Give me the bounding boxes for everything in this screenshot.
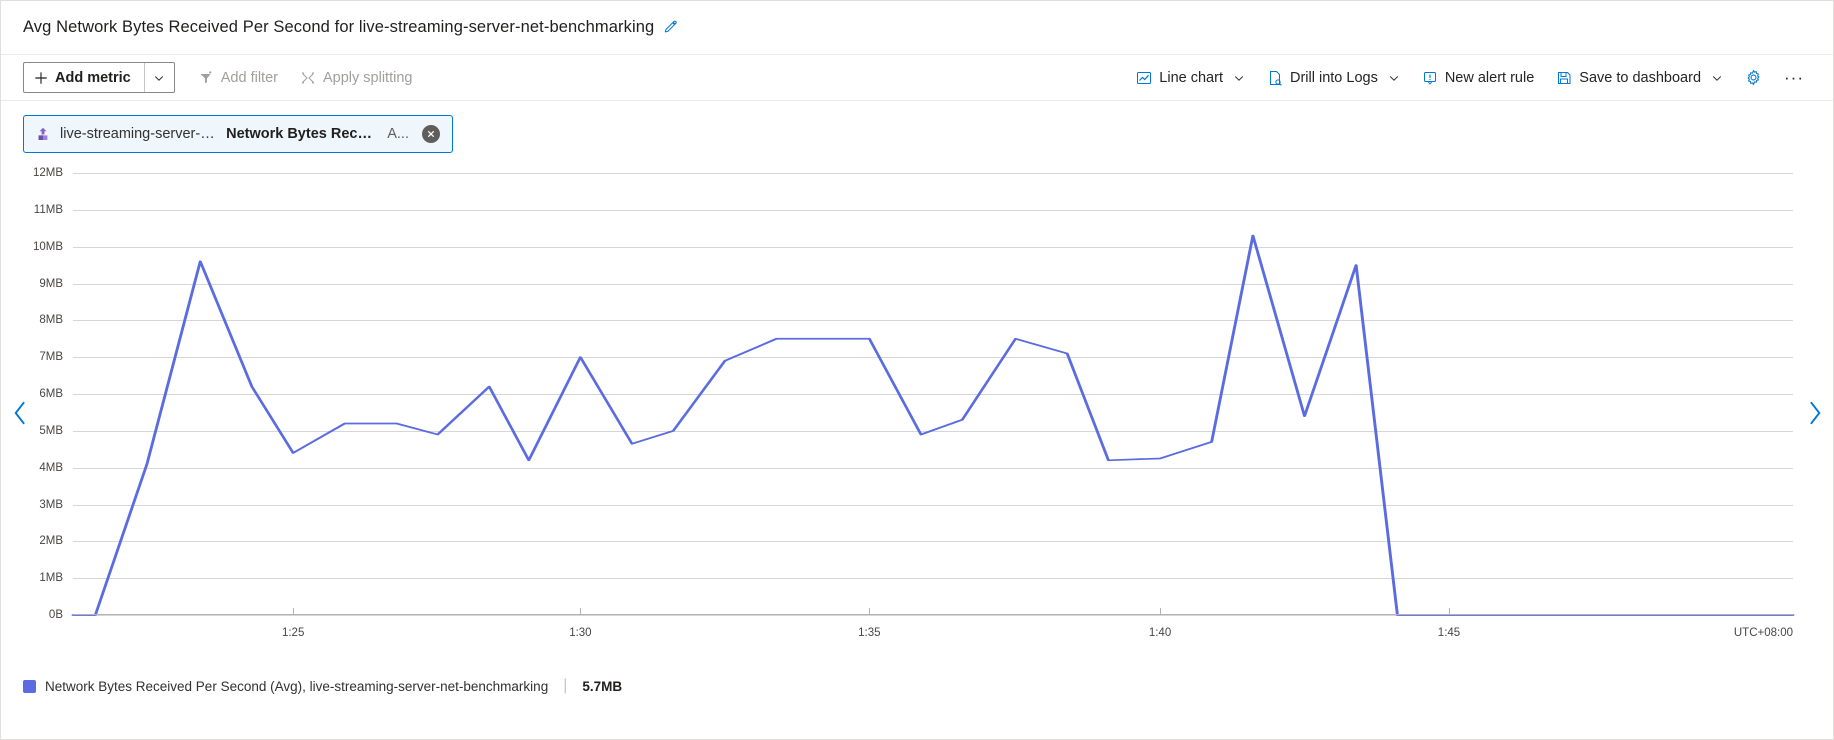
y-axis-tick-label: 9MB — [39, 277, 63, 290]
apply-splitting-label: Apply splitting — [322, 69, 413, 86]
y-axis-tick-label: 11MB — [33, 203, 63, 216]
y-axis-tick-label: 1MB — [39, 572, 63, 585]
x-axis-tick-label: 1:40 — [1148, 627, 1172, 639]
chart-type-button[interactable]: Line chart — [1125, 62, 1256, 94]
legend-color-swatch — [23, 679, 36, 693]
add-metric-split-button[interactable]: Add metric — [23, 62, 175, 93]
chart-type-label: Line chart — [1159, 69, 1223, 86]
y-axis-tick-label: 8MB — [39, 314, 63, 327]
toolbar-left-group: Add metric Add filter Apply splitting — [23, 62, 423, 94]
y-axis-tick-label: 0B — [48, 609, 63, 621]
x-axis-tick — [293, 608, 295, 615]
x-axis-tick — [580, 608, 582, 615]
filter-icon — [198, 70, 214, 86]
chevron-right-icon[interactable] — [1803, 396, 1825, 430]
metric-chip-metric: Network Bytes Receive... — [226, 126, 378, 142]
metric-chip[interactable]: live-streaming-server-net-... Network By… — [23, 115, 453, 153]
legend-value: 5.7MB — [582, 678, 623, 694]
series-line — [71, 234, 1795, 616]
y-axis-tick-label: 3MB — [39, 498, 63, 511]
y-axis-tick-label: 5MB — [39, 424, 63, 437]
save-to-dashboard-label: Save to dashboard — [1579, 69, 1702, 86]
x-axis-tick — [869, 608, 871, 615]
chevron-down-icon — [1233, 72, 1245, 84]
chart-legend: Network Bytes Received Per Second (Avg),… — [1, 677, 1833, 695]
x-axis-tick-label: 1:25 — [281, 627, 305, 639]
metric-chip-aggregation: A... — [387, 126, 409, 142]
x-axis-tick — [1160, 608, 1162, 615]
y-axis-tick-label: 7MB — [39, 351, 63, 364]
gear-icon — [1745, 69, 1762, 86]
drill-into-logs-label: Drill into Logs — [1289, 69, 1378, 86]
x-axis-line — [73, 614, 1793, 615]
y-axis-tick-label: 2MB — [39, 535, 63, 548]
plot-region[interactable]: 1:25 1:30 1:35 1:40 1:45 UTC+08:00 — [71, 173, 1795, 639]
save-icon — [1556, 70, 1572, 86]
new-alert-rule-button[interactable]: New alert rule — [1411, 62, 1545, 94]
add-metric-label: Add metric — [55, 69, 131, 86]
close-circle-icon[interactable] — [422, 125, 440, 143]
ellipsis-icon: ··· — [1784, 67, 1804, 87]
page-title: Avg Network Bytes Received Per Second fo… — [23, 18, 655, 36]
add-metric-button[interactable]: Add metric — [24, 63, 144, 92]
new-alert-rule-label: New alert rule — [1444, 69, 1535, 86]
chevron-down-icon — [1388, 72, 1400, 84]
azure-resource-icon — [35, 126, 51, 142]
chevron-down-icon — [1711, 72, 1723, 84]
alert-bell-icon — [1422, 70, 1438, 86]
drill-into-logs-button[interactable]: Drill into Logs — [1256, 62, 1411, 94]
y-axis-tick-label: 12MB — [32, 167, 63, 179]
chart-area: 0B 1MB 2MB 3MB 4MB 5MB 6MB 7MB 8MB 9MB 10MB 11MB 12M… — [1, 163, 1833, 663]
add-metric-dropdown[interactable] — [143, 63, 174, 92]
chart-title-bar: Avg Network Bytes Received Per Second fo… — [1, 1, 1833, 55]
apply-splitting-button[interactable]: Apply splitting — [289, 62, 423, 94]
legend-separator: | — [563, 677, 568, 694]
legend-label: Network Bytes Received Per Second (Avg),… — [45, 678, 549, 694]
chevron-down-icon — [153, 72, 165, 84]
timezone-label: UTC+08:00 — [1733, 627, 1793, 639]
metric-chip-row: live-streaming-server-net-... Network By… — [1, 101, 1833, 157]
x-axis-tick — [1449, 608, 1450, 615]
splitting-icon — [300, 70, 316, 86]
y-axis-labels: 0B 1MB 2MB 3MB 4MB 5MB 6MB 7MB 8MB 9MB 10MB 11MB 12M… — [1, 167, 71, 621]
add-filter-label: Add filter — [220, 69, 278, 86]
x-axis-tick-label: 1:45 — [1437, 627, 1461, 639]
chart-toolbar: Add metric Add filter Apply splitting Li… — [1, 55, 1833, 101]
logs-icon — [1267, 70, 1283, 86]
chevron-left-icon[interactable] — [9, 396, 31, 430]
y-axis-tick-label: 6MB — [39, 388, 63, 400]
x-axis-tick-label: 1:30 — [569, 627, 592, 639]
plus-icon — [34, 71, 48, 85]
y-axis-tick-label: 10MB — [32, 240, 63, 253]
chart-settings-button[interactable] — [1734, 62, 1773, 94]
line-chart-icon — [1136, 70, 1152, 86]
metric-chip-resource: live-streaming-server-net-... — [60, 126, 217, 142]
add-filter-button[interactable]: Add filter — [187, 62, 289, 94]
save-to-dashboard-button[interactable]: Save to dashboard — [1545, 62, 1734, 94]
y-axis-tick-label: 4MB — [39, 461, 63, 474]
metrics-chart-panel: Avg Network Bytes Received Per Second fo… — [0, 0, 1834, 740]
toolbar-right-group: Line chart Drill into Logs New alert rul… — [1125, 62, 1815, 94]
pencil-icon[interactable] — [663, 20, 678, 35]
more-options-button[interactable]: ··· — [1773, 62, 1815, 94]
x-axis-tick-label: 1:35 — [858, 627, 881, 639]
